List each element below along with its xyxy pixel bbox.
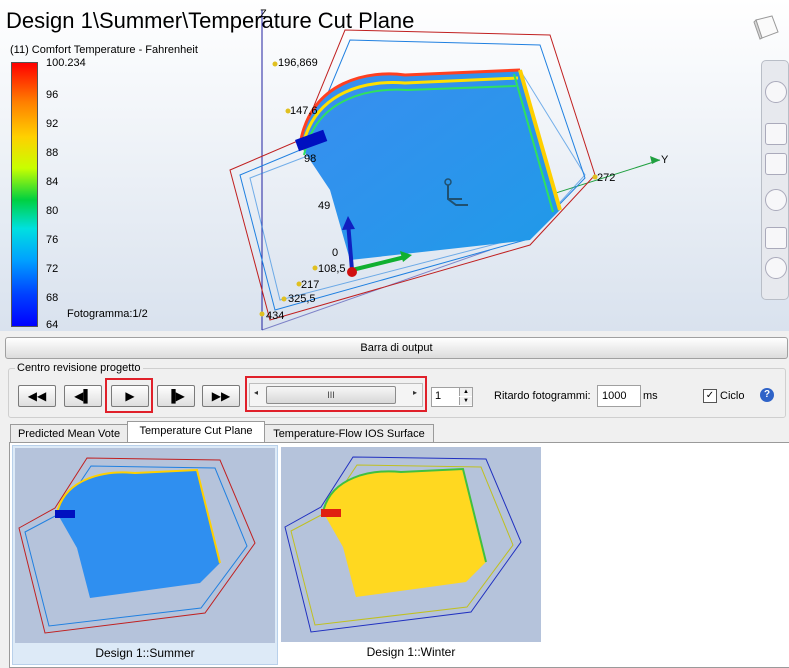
room-model-render: Z Y 196,869 147,6 98 49 0 108,5 217 325,… — [229, 8, 669, 331]
spinner-up-icon[interactable]: ▲ — [459, 388, 472, 396]
loop-label: Ciclo — [720, 390, 745, 402]
frame-slider[interactable]: ◂ III ▸ — [249, 383, 423, 407]
legend-title: (11) Comfort Temperature - Fahrenheit — [10, 44, 198, 56]
step-forward-button[interactable]: ▐▶ — [157, 385, 195, 407]
slider-right-arrow-icon[interactable]: ▸ — [413, 388, 417, 397]
look-around-icon[interactable] — [765, 189, 787, 211]
legend-tick: 92 — [46, 118, 59, 130]
help-icon[interactable]: ? — [760, 388, 774, 402]
loop-checkbox[interactable]: ✓ — [703, 389, 717, 403]
axis-value-label: 272 — [597, 172, 615, 184]
output-bar-button[interactable]: Barra di output — [5, 337, 788, 359]
axis-y-label: Y — [661, 154, 669, 166]
legend-tick: 64 — [46, 319, 59, 331]
tab-predicted-mean-vote[interactable]: Predicted Mean Vote — [10, 424, 128, 444]
axis-value-label: 217 — [301, 279, 319, 291]
legend-tick: 68 — [46, 292, 59, 304]
axis-value-label: 325,5 — [288, 293, 316, 305]
axis-value-label: 49 — [318, 200, 330, 212]
thumbnail-summer[interactable]: Design 1::Summer — [12, 445, 278, 665]
pan-hand-icon[interactable] — [765, 123, 787, 145]
frame-delay-input[interactable]: 1000 — [597, 385, 641, 407]
axis-value-label: 98 — [304, 153, 316, 165]
zoom-icon[interactable] — [765, 153, 787, 175]
axis-value-label: 147,6 — [290, 105, 318, 117]
frame-counter-label: Fotogramma:1/2 — [67, 308, 148, 320]
legend-tick: 88 — [46, 147, 59, 159]
spinner-down-icon[interactable]: ▼ — [459, 397, 472, 405]
color-legend-bar — [11, 62, 38, 327]
slider-thumb[interactable]: III — [266, 386, 396, 404]
axis-z-label: Z — [260, 8, 267, 20]
play-button-highlight — [105, 378, 153, 413]
tab-temperature-cut-plane[interactable]: Temperature Cut Plane — [127, 421, 265, 443]
step-back-button[interactable]: ◀▌ — [64, 385, 102, 407]
tab-temperature-flow-ios-surface[interactable]: Temperature-Flow IOS Surface — [264, 424, 434, 444]
legend-tick: 72 — [46, 263, 59, 275]
rewind-button[interactable]: ◀◀ — [18, 385, 56, 407]
fast-forward-button[interactable]: ▶▶ — [202, 385, 240, 407]
legend-tick: 80 — [46, 205, 59, 217]
axis-value-label: 108,5 — [318, 263, 346, 275]
legend-tick: 84 — [46, 176, 59, 188]
thumbnail-winter-image — [281, 447, 541, 642]
axis-value-label: 434 — [266, 310, 284, 322]
camera-icon[interactable] — [765, 227, 787, 249]
viewport-3d[interactable]: Design 1\Summer\Temperature Cut Plane (1… — [0, 0, 789, 331]
rewind-view-icon[interactable] — [765, 257, 787, 279]
thumbnail-caption: Design 1::Summer — [95, 646, 195, 660]
thumbnail-caption: Design 1::Winter — [366, 645, 456, 659]
view-cube-icon[interactable] — [752, 14, 780, 40]
orbit-icon[interactable] — [765, 81, 787, 103]
thumbnail-winter[interactable]: Design 1::Winter — [279, 445, 543, 663]
frame-spinner[interactable]: 1 ▲ ▼ — [431, 387, 473, 407]
legend-tick: 76 — [46, 234, 59, 246]
axis-value-label: 196,869 — [278, 57, 318, 69]
frame-spinner-value: 1 — [435, 390, 442, 402]
navigation-toolbar — [761, 60, 789, 300]
slider-left-arrow-icon[interactable]: ◂ — [254, 388, 258, 397]
legend-tick: 96 — [46, 89, 59, 101]
thumbnail-summer-image — [15, 448, 275, 643]
frame-delay-label: Ritardo fotogrammi: — [494, 390, 591, 402]
legend-max-label: 100.234 — [46, 57, 86, 69]
frame-delay-unit: ms — [643, 390, 658, 402]
axis-value-label: 0 — [332, 247, 338, 259]
review-center-title: Centro revisione progetto — [15, 362, 143, 374]
